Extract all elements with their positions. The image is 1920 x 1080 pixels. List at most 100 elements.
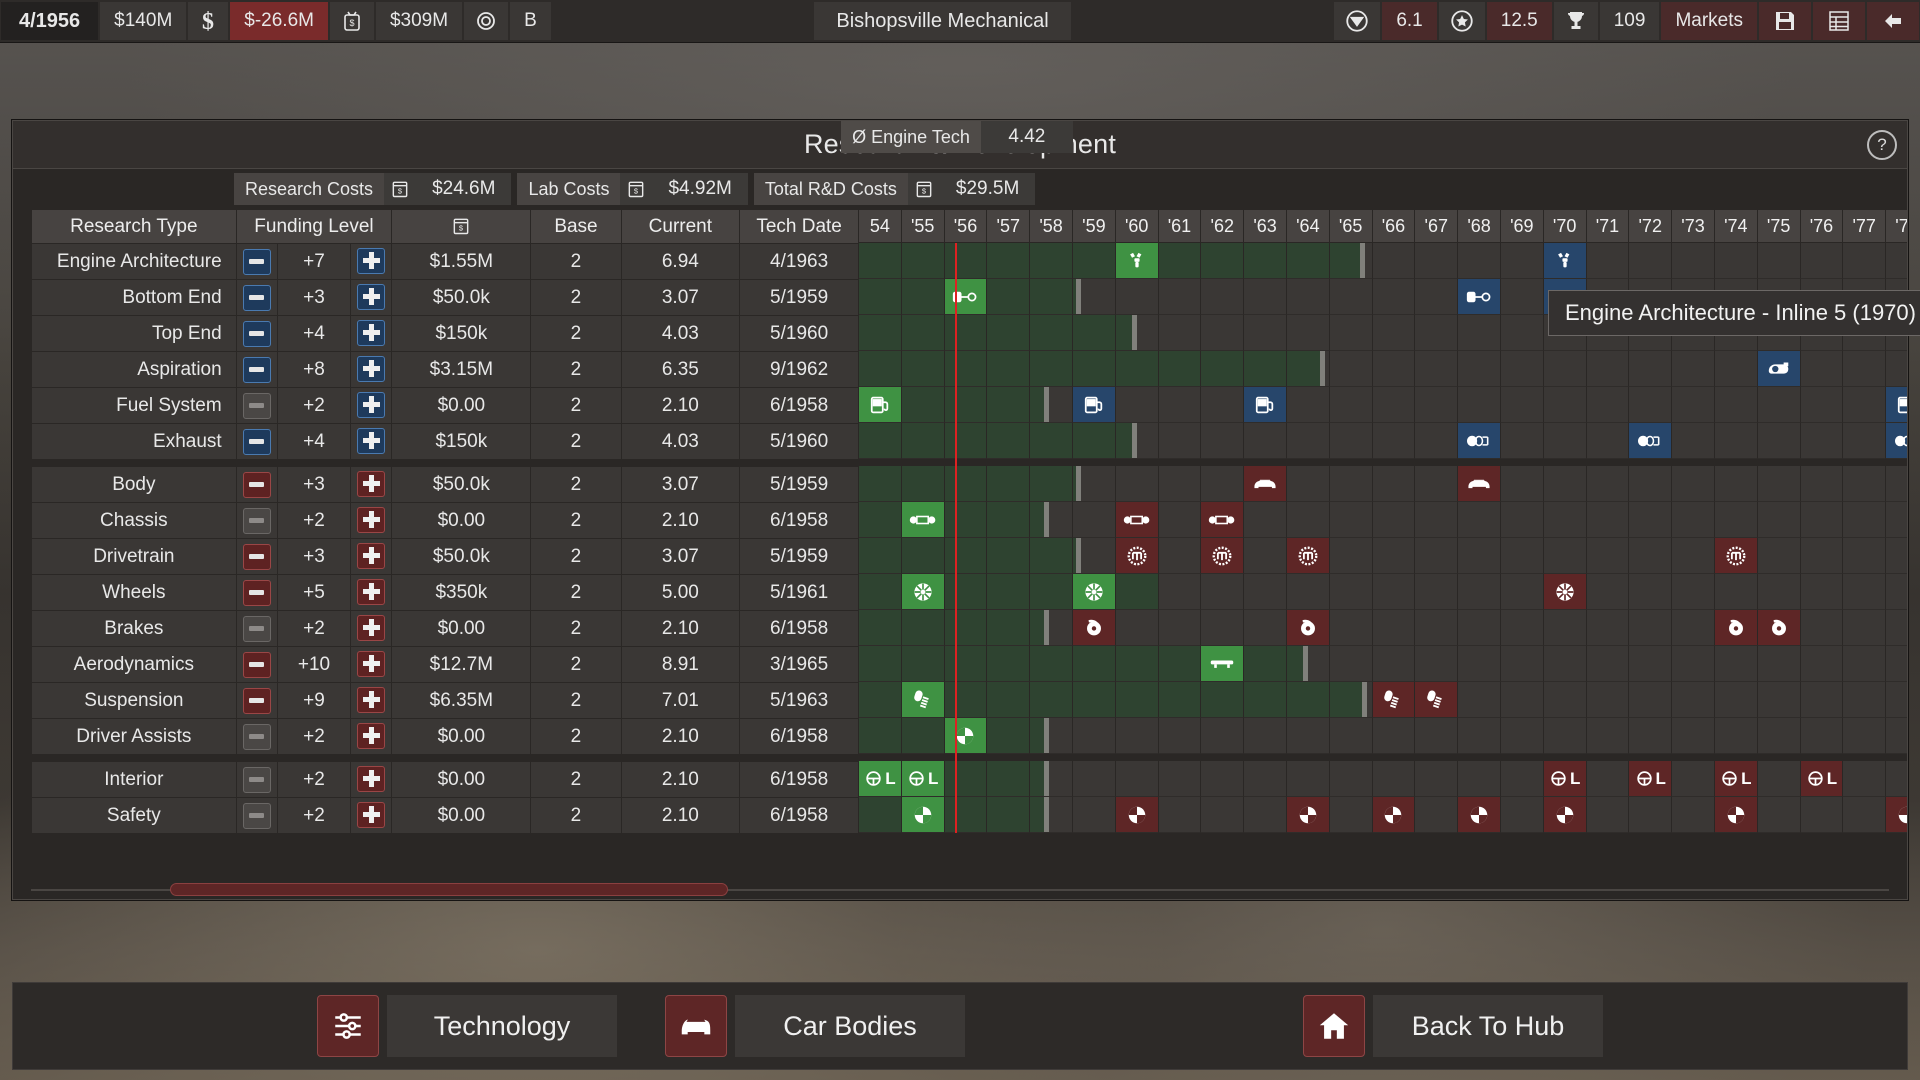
funding-decrease-cell[interactable] bbox=[235, 466, 278, 503]
funding-increase-cell[interactable] bbox=[350, 502, 393, 539]
brake-disc-icon[interactable] bbox=[1757, 610, 1800, 645]
plus-icon[interactable] bbox=[357, 470, 386, 497]
steering-wheel-icon[interactable]: L bbox=[1714, 761, 1757, 796]
table-row[interactable]: Drivetrain +3 $50.0k 2 3.07 5/1959 bbox=[31, 538, 859, 575]
table-row[interactable]: Chassis +2 $0.00 2 2.10 6/1958 bbox=[31, 502, 859, 539]
funding-decrease-cell[interactable] bbox=[235, 387, 278, 424]
minus-icon[interactable] bbox=[242, 320, 271, 347]
funding-increase-cell[interactable] bbox=[350, 538, 393, 575]
funding-increase-cell[interactable] bbox=[350, 574, 393, 611]
wheel-icon[interactable] bbox=[901, 574, 944, 609]
plus-icon[interactable] bbox=[357, 283, 386, 310]
minus-icon[interactable] bbox=[242, 543, 271, 570]
steering-wheel-icon[interactable]: L bbox=[1629, 761, 1672, 796]
funding-decrease-cell[interactable] bbox=[235, 610, 278, 647]
shock-absorber-icon[interactable] bbox=[1372, 682, 1415, 717]
plus-icon[interactable] bbox=[357, 686, 386, 713]
chassis-icon[interactable] bbox=[901, 502, 944, 537]
funding-increase-cell[interactable] bbox=[350, 423, 393, 460]
funding-decrease-cell[interactable] bbox=[235, 279, 278, 316]
minus-icon[interactable] bbox=[242, 723, 271, 750]
funding-increase-cell[interactable] bbox=[350, 315, 393, 352]
gearbox-icon[interactable] bbox=[1714, 538, 1757, 573]
minus-icon[interactable] bbox=[242, 802, 271, 829]
steering-wheel-icon[interactable]: L bbox=[1543, 761, 1586, 796]
funding-decrease-cell[interactable] bbox=[235, 502, 278, 539]
wheel-icon[interactable] bbox=[1072, 574, 1115, 609]
minus-icon[interactable] bbox=[242, 248, 271, 275]
funding-increase-cell[interactable] bbox=[350, 682, 393, 719]
minus-icon[interactable] bbox=[242, 766, 271, 793]
gearbox-icon[interactable] bbox=[1286, 538, 1329, 573]
table-row[interactable]: Bottom End +3 $50.0k 2 3.07 5/1959 bbox=[31, 279, 859, 316]
car-body-icon[interactable] bbox=[1458, 466, 1500, 501]
funding-increase-cell[interactable] bbox=[350, 646, 393, 683]
funding-increase-cell[interactable] bbox=[350, 610, 393, 647]
table-row[interactable]: Safety +2 $0.00 2 2.10 6/1958 bbox=[31, 797, 859, 834]
safety-icon[interactable] bbox=[1115, 797, 1158, 832]
back-to-hub-button[interactable]: Back To Hub bbox=[1303, 995, 1603, 1057]
muffler-icon[interactable] bbox=[1886, 423, 1907, 458]
safety-icon[interactable] bbox=[1543, 797, 1586, 832]
plus-icon[interactable] bbox=[357, 650, 386, 677]
table-row[interactable]: Aspiration +8 $3.15M 2 6.35 9/1962 bbox=[31, 351, 859, 388]
funding-increase-cell[interactable] bbox=[350, 797, 393, 834]
table-row[interactable]: Exhaust +4 $150k 2 4.03 5/1960 bbox=[31, 423, 859, 460]
gearbox-icon[interactable] bbox=[1115, 538, 1158, 573]
table-row[interactable]: Fuel System +2 $0.00 2 2.10 6/1958 bbox=[31, 387, 859, 424]
table-row[interactable]: Suspension +9 $6.35M 2 7.01 5/1963 bbox=[31, 682, 859, 719]
turbocharger-icon[interactable] bbox=[1757, 351, 1800, 386]
gearbox-icon[interactable] bbox=[1201, 538, 1244, 573]
chassis-icon[interactable] bbox=[1115, 502, 1158, 537]
table-row[interactable]: Engine Architecture +7 $1.55M 2 6.94 4/1963 bbox=[31, 243, 859, 280]
funding-decrease-cell[interactable] bbox=[235, 574, 278, 611]
plus-icon[interactable] bbox=[357, 427, 386, 454]
car-body-icon[interactable] bbox=[1244, 466, 1286, 501]
funding-decrease-cell[interactable] bbox=[235, 315, 278, 352]
report-icon[interactable] bbox=[1813, 2, 1866, 40]
minus-icon[interactable] bbox=[242, 615, 271, 642]
shock-absorber-icon[interactable] bbox=[901, 682, 944, 717]
timeline-horizontal-scrollbar[interactable] bbox=[31, 883, 1889, 899]
muffler-icon[interactable] bbox=[1458, 423, 1500, 458]
plus-icon[interactable] bbox=[357, 765, 386, 792]
bottom-end-icon[interactable] bbox=[944, 279, 987, 314]
funding-increase-cell[interactable] bbox=[350, 761, 393, 798]
markets-button[interactable]: Markets bbox=[1661, 2, 1758, 40]
safety-icon[interactable] bbox=[1372, 797, 1415, 832]
table-row[interactable]: Brakes +2 $0.00 2 2.10 6/1958 bbox=[31, 610, 859, 647]
safety-icon[interactable] bbox=[901, 797, 944, 832]
minus-icon[interactable] bbox=[242, 579, 271, 606]
driver-assist-icon[interactable] bbox=[944, 718, 987, 753]
plus-icon[interactable] bbox=[357, 801, 386, 828]
minus-icon[interactable] bbox=[242, 687, 271, 714]
fuel-pump-icon[interactable] bbox=[1244, 387, 1286, 422]
brake-disc-icon[interactable] bbox=[1286, 610, 1329, 645]
steering-wheel-icon[interactable]: L bbox=[859, 761, 901, 796]
wheel-icon[interactable] bbox=[1543, 574, 1586, 609]
plus-icon[interactable] bbox=[357, 542, 386, 569]
funding-increase-cell[interactable] bbox=[350, 351, 393, 388]
plus-icon[interactable] bbox=[357, 722, 386, 749]
funding-decrease-cell[interactable] bbox=[235, 718, 278, 755]
floppy-disk-icon[interactable] bbox=[1759, 2, 1812, 40]
minus-icon[interactable] bbox=[242, 428, 271, 455]
minus-icon[interactable] bbox=[242, 471, 271, 498]
car-bodies-button[interactable]: Car Bodies bbox=[665, 995, 965, 1057]
funding-decrease-cell[interactable] bbox=[235, 351, 278, 388]
table-row[interactable]: Interior +2 $0.00 2 2.10 6/1958 bbox=[31, 761, 859, 798]
table-row[interactable]: Body +3 $50.0k 2 3.07 5/1959 bbox=[31, 466, 859, 503]
plus-icon[interactable] bbox=[357, 506, 386, 533]
shock-absorber-icon[interactable] bbox=[1415, 682, 1458, 717]
plus-icon[interactable] bbox=[357, 247, 386, 274]
funding-decrease-cell[interactable] bbox=[235, 761, 278, 798]
funding-increase-cell[interactable] bbox=[350, 387, 393, 424]
funding-decrease-cell[interactable] bbox=[235, 797, 278, 834]
funding-decrease-cell[interactable] bbox=[235, 538, 278, 575]
brake-disc-icon[interactable] bbox=[1714, 610, 1757, 645]
safety-icon[interactable] bbox=[1714, 797, 1757, 832]
table-row[interactable]: Wheels +5 $350k 2 5.00 5/1961 bbox=[31, 574, 859, 611]
table-row[interactable]: Driver Assists +2 $0.00 2 2.10 6/1958 bbox=[31, 718, 859, 755]
plus-icon[interactable] bbox=[357, 319, 386, 346]
scrollbar-thumb[interactable] bbox=[170, 883, 728, 896]
